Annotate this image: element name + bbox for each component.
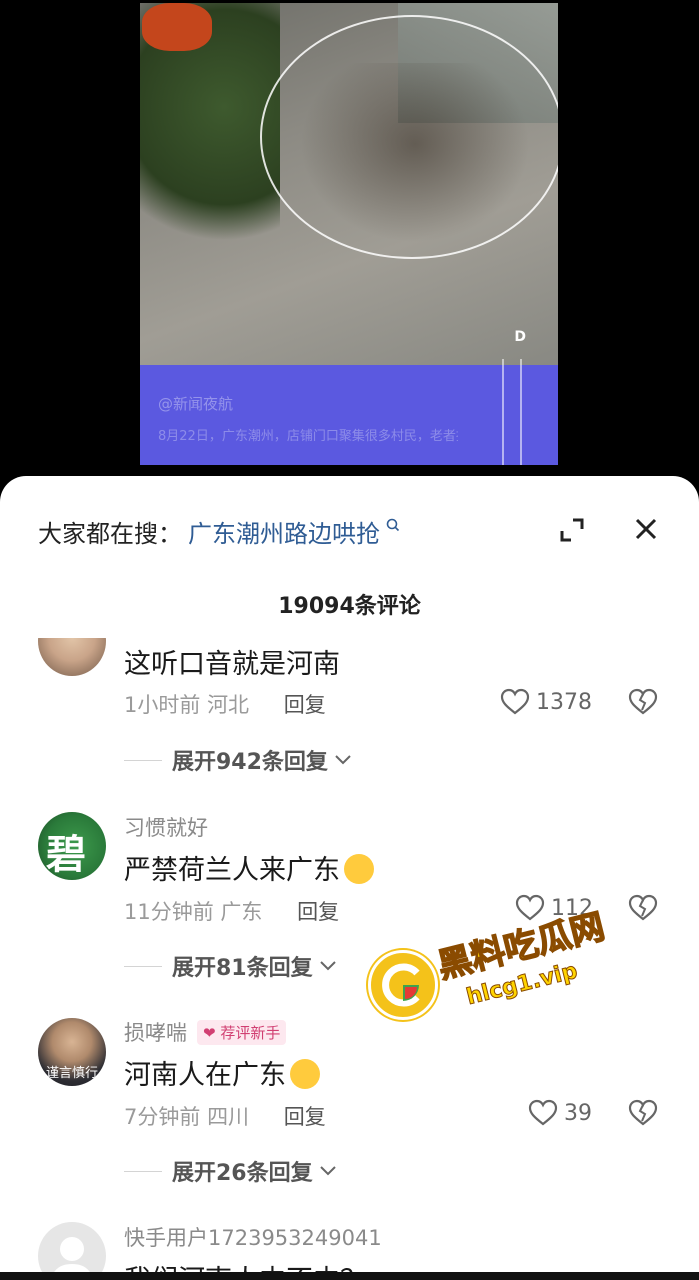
video-frame[interactable]: D @新闻夜航 8月22日，广东潮州，店铺门口聚集很多村民，老者拄拐进货，展开 [140,3,558,465]
badge-label: 荐评新手 [220,1023,281,1042]
heart-icon [528,1099,558,1126]
expand-replies-label: 展开942条回复 [172,750,328,775]
broken-heart-icon[interactable] [628,688,658,716]
expand-replies[interactable]: 展开81条回复 [124,950,337,982]
search-query-link[interactable]: 广东潮州路边哄抢 [188,514,380,549]
fullscreen-icon[interactable] [558,516,586,544]
expand-replies[interactable]: 展开26条回复 [124,1155,337,1187]
divider [124,1170,162,1172]
expand-replies-label: 展开81条回复 [172,956,313,981]
search-suggestion[interactable]: 大家都在搜： 广东潮州路边哄抢 [38,514,400,548]
comment-username[interactable]: 快手用户1723953249041 [124,1222,382,1252]
comment-time: 7分钟前 [124,1105,201,1129]
comment-time: 11分钟前 [124,900,214,924]
divider [124,965,162,967]
video-area[interactable]: D @新闻夜航 8月22日，广东潮州，店铺门口聚集很多村民，老者拄拐进货，展开 [0,0,699,500]
video-corner-mark: D [514,329,526,345]
laughing-emoji [290,1058,320,1089]
comment-location: 广东 [220,900,263,924]
like-button[interactable]: 1378 [500,688,592,716]
tongue-face-emoji [344,853,374,884]
heart-badge-icon: ❤ [203,1023,216,1042]
comment-text-body: 河南人在广东 [124,1060,286,1091]
comment-username[interactable]: 习惯就好 [124,812,208,842]
comment-text: 河南人在广东 [124,1053,320,1092]
comment-meta: 7分钟前 四川 回复 [124,1101,326,1131]
avatar-text: 谨言慎行 [45,1066,98,1081]
like-count: 39 [564,1100,592,1126]
comment-username-text: 损哮喘 [124,1021,187,1045]
bottom-nav-bar [0,1272,699,1280]
video-highlight-circle [260,15,558,259]
comment-username[interactable]: 损哮喘 ❤ 荐评新手 [124,1017,287,1047]
like-count: 1378 [536,689,592,715]
comment-text-body: 严禁荷兰人来广东 [124,855,340,886]
tower-graphic [502,359,522,465]
divider [124,759,162,761]
comment-sheet: 大家都在搜： 广东潮州路边哄抢 19094条评论 这听口音就是河南 1小时前 河… [0,476,699,1280]
watermark-logo-icon [368,950,438,1020]
close-icon[interactable] [633,516,659,542]
reply-button[interactable]: 回复 [284,1105,326,1129]
avatar-text: 碧 [46,832,86,878]
video-author: @新闻夜航 [158,395,234,413]
comment-time: 1小时前 [124,693,201,717]
reply-button[interactable]: 回复 [297,900,339,924]
avatar[interactable]: 碧 [38,812,106,880]
comment-location: 河北 [207,693,250,717]
comment-location: 四川 [207,1105,250,1129]
comment-meta: 11分钟前 广东 回复 [124,896,339,926]
video-description: 8月22日，广东潮州，店铺门口聚集很多村民，老者拄拐进货，展开 [158,429,458,444]
like-button[interactable]: 39 [528,1099,592,1127]
site-watermark: 黑料吃瓜网 hlcg1.vip [368,906,609,1070]
expand-replies-label: 展开26条回复 [172,1161,313,1186]
chevron-down-icon [319,961,336,971]
expand-replies[interactable]: 展开942条回复 [124,744,352,776]
broken-heart-icon[interactable] [628,1099,658,1127]
comment-meta: 1小时前 河北 回复 [124,689,326,719]
comment-count: 19094条评论 [278,594,421,619]
avatar[interactable]: 谨言慎行 [38,1018,106,1086]
recommend-badge: ❤ 荐评新手 [197,1019,287,1045]
comment-text: 严禁荷兰人来广东 [124,848,374,887]
chevron-down-icon [335,755,351,765]
video-lantern [142,3,212,51]
video-caption-band: @新闻夜航 8月22日，广东潮州，店铺门口聚集很多村民，老者拄拐进货，展开 [140,359,558,465]
broken-heart-icon[interactable] [628,894,658,922]
search-prefix: 大家都在搜： [38,519,182,548]
chevron-down-icon [319,1166,336,1176]
heart-icon [500,688,530,715]
search-icon [386,518,400,532]
reply-button[interactable]: 回复 [284,693,326,717]
comment-text: 这听口音就是河南 [124,649,340,680]
